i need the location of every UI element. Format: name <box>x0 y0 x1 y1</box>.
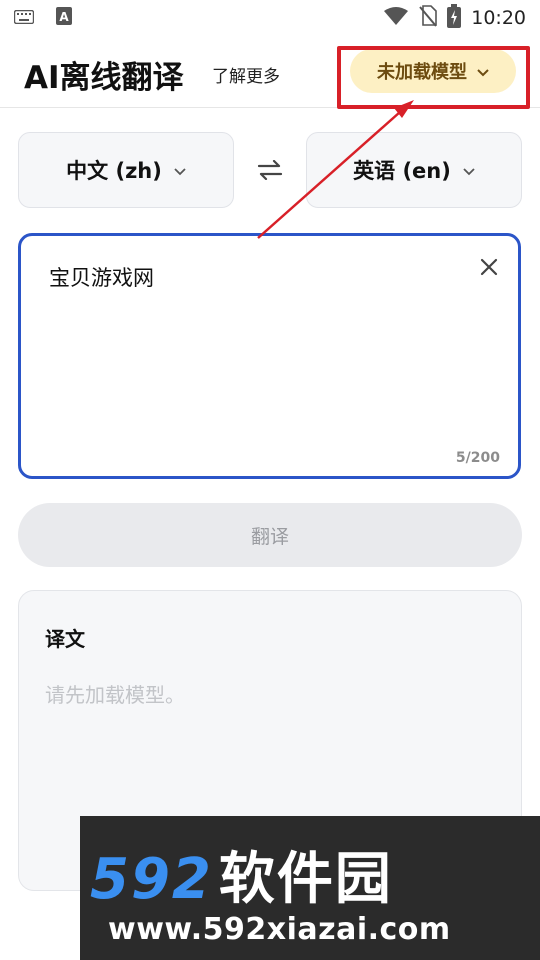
character-count: 5/200 <box>455 450 500 466</box>
keyboard-icon <box>13 9 35 28</box>
translate-button-label: 翻译 <box>250 525 289 548</box>
clear-input-button[interactable] <box>474 254 504 284</box>
model-status-label: 未加载模型 <box>377 62 467 83</box>
clock: 10:20 <box>471 7 526 29</box>
translate-button[interactable]: 翻译 <box>18 503 522 567</box>
close-icon <box>480 258 498 280</box>
model-selector-button[interactable]: 未加载模型 <box>350 49 516 93</box>
wifi-icon <box>383 6 409 30</box>
source-language-label: 中文 (zh) <box>66 159 162 183</box>
site-watermark: 592 软件园 www.592xiazai.com <box>80 816 540 960</box>
app-title: AI离线翻译 <box>24 60 184 96</box>
chevron-down-icon <box>463 161 475 180</box>
battery-charging-icon <box>447 4 462 32</box>
learn-more-link[interactable]: 了解更多 <box>212 62 280 87</box>
result-placeholder: 请先加载模型。 <box>45 683 185 707</box>
target-language-label: 英语 (en) <box>353 159 451 183</box>
status-bar: A 10:20 <box>0 0 540 36</box>
source-text-input[interactable]: 宝贝游戏网 5/200 <box>18 233 521 479</box>
watermark-url: www.592xiazai.com <box>108 912 451 947</box>
app-header: AI离线翻译 了解更多 未加载模型 <box>0 36 540 108</box>
swap-languages-button[interactable] <box>252 154 288 190</box>
watermark-logo: 592 软件园 <box>90 847 393 912</box>
chevron-down-icon <box>174 161 186 180</box>
svg-text:A: A <box>59 10 69 24</box>
swap-icon <box>257 159 283 184</box>
text-app-icon: A <box>56 7 72 29</box>
result-title: 译文 <box>45 627 85 651</box>
no-sim-icon <box>419 5 438 31</box>
target-language-selector[interactable]: 英语 (en) <box>306 132 522 208</box>
source-text-value[interactable]: 宝贝游戏网 <box>49 262 154 292</box>
chevron-down-icon <box>477 62 489 81</box>
source-language-selector[interactable]: 中文 (zh) <box>18 132 234 208</box>
